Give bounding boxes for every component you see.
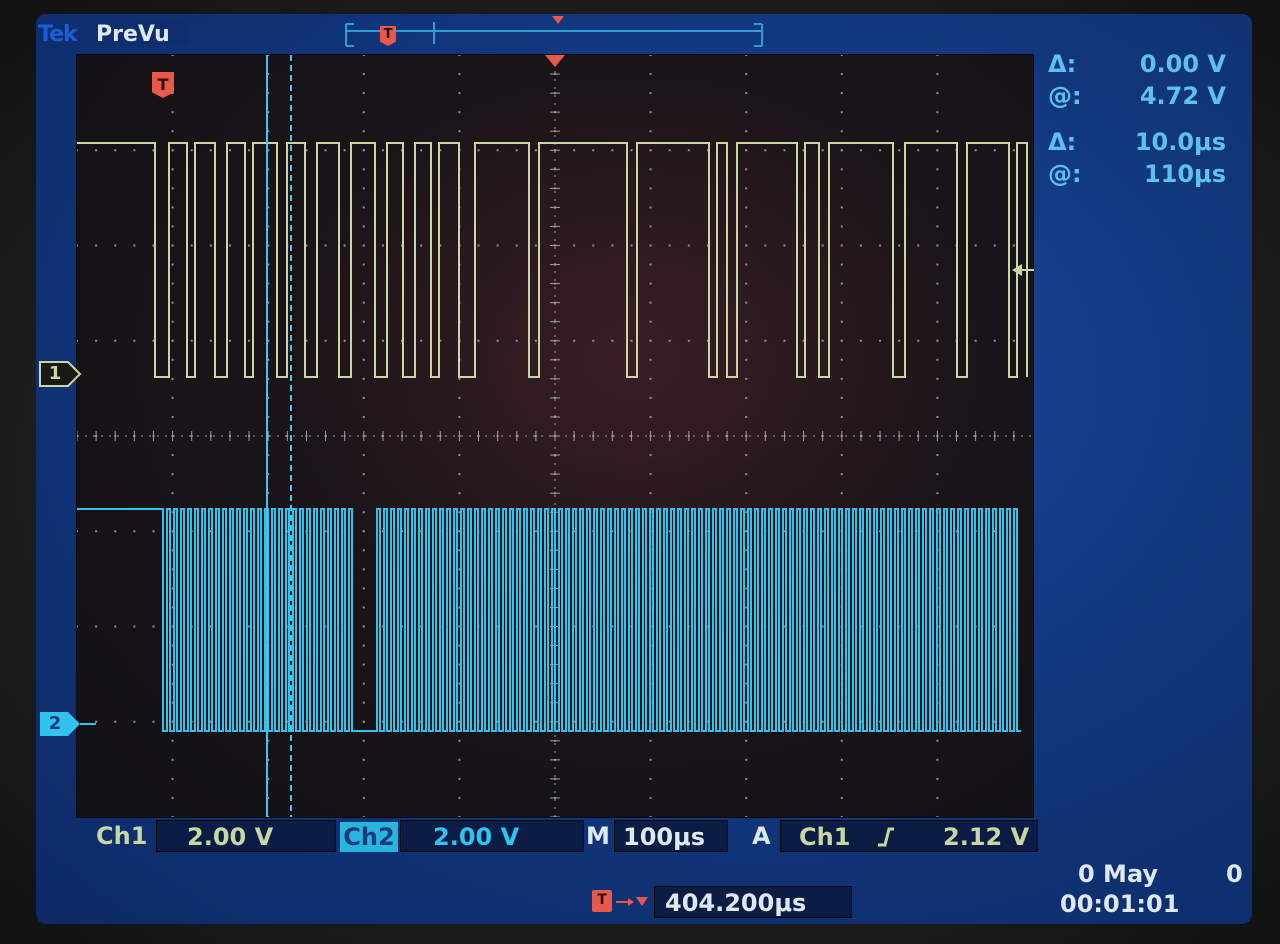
ch2-waveform — [77, 508, 1021, 732]
trigger-mode-label: A — [752, 822, 771, 850]
brand-bar: Tek PreVu — [36, 20, 188, 47]
oscilloscope-bezel: Tek PreVu T Δ: 0.00 V @: 4.72 V Δ: 10.0μ… — [0, 0, 1280, 944]
timebase-box: 100μs — [614, 820, 728, 852]
trigger-level: 2.12 V — [943, 823, 1030, 851]
trigger-position-top-icon — [545, 55, 565, 67]
ch1-scale-box: 2.00 V — [156, 820, 336, 852]
voltage-at-label: @: — [1048, 82, 1082, 110]
voltage-delta-label: Δ: — [1048, 50, 1077, 78]
time-at-label: @: — [1048, 160, 1082, 188]
time-delta-value: 10.0μs — [1134, 128, 1226, 156]
oscilloscope-screen: Tek PreVu T Δ: 0.00 V @: 4.72 V Δ: 10.0μ… — [36, 14, 1252, 924]
trigger-source: Ch1 — [799, 823, 851, 851]
trigger-position-value: 404.200μs — [665, 889, 807, 917]
trigger-offset-arrow-icon — [616, 897, 648, 906]
ch2-label: Ch2 — [340, 822, 398, 852]
record-view-indicator — [345, 16, 763, 47]
rising-edge-icon — [878, 827, 894, 847]
trigger-box: Ch1 2.12 V — [780, 820, 1038, 852]
ch1-waveform — [77, 142, 1028, 378]
voltage-at-value: 4.72 V — [1139, 82, 1226, 110]
waveform-display — [76, 54, 1034, 818]
ch1-marker-label: 1 — [48, 363, 62, 384]
waveform-plot — [77, 55, 1033, 817]
trigger-position-box: 404.200μs — [654, 886, 852, 918]
ch2-scale: 2.00 V — [433, 823, 520, 851]
time-delta-label: Δ: — [1048, 128, 1077, 156]
ch1-label: Ch1 — [96, 822, 148, 850]
ch1-scale: 2.00 V — [187, 823, 274, 851]
time-label: 00:01:01 — [1060, 890, 1180, 918]
acquisition-mode-label: PreVu — [96, 22, 170, 47]
trigger-position-icon: T — [592, 890, 612, 912]
trigger-level-icon — [1012, 264, 1034, 276]
ch2-marker-label: 2 — [48, 713, 62, 734]
record-trigger-position-icon — [552, 16, 564, 24]
timebase-value: 100μs — [623, 823, 706, 851]
time-at-value: 110μs — [1143, 160, 1226, 188]
date-extra: 0 — [1226, 860, 1243, 888]
record-length-bar — [346, 30, 762, 32]
ch2-scale-box: 2.00 V — [400, 820, 584, 852]
brand-logo: Tek — [38, 22, 78, 47]
voltage-delta-value: 0.00 V — [1139, 50, 1226, 78]
date-label: 0 May — [1078, 860, 1159, 888]
timebase-label: M — [586, 822, 610, 850]
